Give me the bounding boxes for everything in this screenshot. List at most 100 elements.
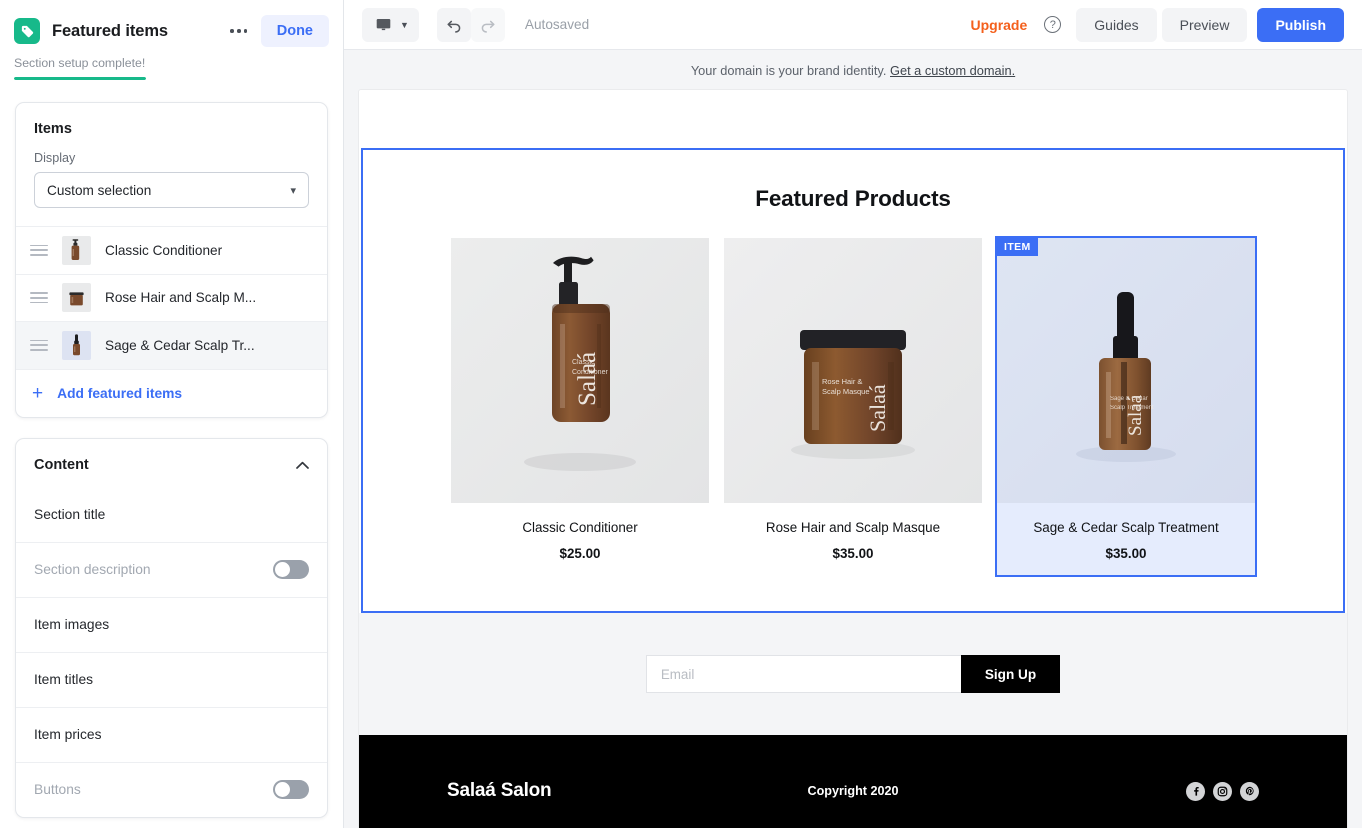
domain-banner-text: Your domain is your brand identity. xyxy=(691,63,887,78)
preview-top-spacer xyxy=(359,90,1347,148)
section-title-heading: Featured Products xyxy=(363,186,1343,212)
content-card: Content Section title Section descriptio… xyxy=(15,438,328,818)
site-preview-frame: Featured Products xyxy=(359,90,1347,828)
site-canvas[interactable]: Your domain is your brand identity. Get … xyxy=(344,50,1362,828)
product-grid: Classic Conditioner Salaá Classic Condit… xyxy=(363,238,1343,575)
page-title: Featured items xyxy=(52,22,168,41)
content-row-label: Item titles xyxy=(34,672,309,687)
product-image: Classic Conditioner Salaá xyxy=(451,238,709,503)
email-signup-section[interactable]: Sign Up xyxy=(359,613,1347,735)
product-image: Sage & Cedar Scalp Treatment Salaá xyxy=(997,238,1255,503)
editor-app: Featured items Done Section setup comple… xyxy=(0,0,1362,828)
drag-handle-icon[interactable] xyxy=(30,245,48,256)
content-card-header[interactable]: Content xyxy=(16,439,327,473)
content-row-section-title[interactable]: Section title xyxy=(16,487,327,542)
display-select-value: Custom selection xyxy=(47,183,151,198)
product-price: $35.00 xyxy=(997,546,1255,575)
plus-icon: + xyxy=(32,384,43,403)
product-image: Rose Hair & Scalp Masque Salaá xyxy=(724,238,982,503)
content-row-label: Buttons xyxy=(34,782,273,797)
facebook-icon[interactable] xyxy=(1186,782,1205,801)
more-options-button[interactable] xyxy=(225,17,253,45)
chevron-up-icon[interactable] xyxy=(296,458,309,471)
list-item-label: Classic Conditioner xyxy=(105,243,222,258)
left-settings-panel: Featured items Done Section setup comple… xyxy=(0,0,344,828)
autosave-status: Autosaved xyxy=(525,17,589,32)
section-description-toggle[interactable] xyxy=(273,560,309,579)
item-thumbnail xyxy=(62,283,91,312)
question-mark-circle-icon[interactable]: ? xyxy=(1044,16,1061,33)
desktop-monitor-icon[interactable] xyxy=(366,8,400,42)
content-row-item-images[interactable]: Item images xyxy=(16,597,327,652)
pinterest-icon[interactable] xyxy=(1240,782,1259,801)
chevron-down-icon: ▾ xyxy=(290,184,296,197)
items-card-title: Items xyxy=(16,103,327,137)
list-item-label: Sage & Cedar Scalp Tr... xyxy=(105,338,255,353)
content-row-item-prices[interactable]: Item prices xyxy=(16,707,327,762)
list-item[interactable]: Rose Hair and Scalp M... xyxy=(16,274,327,322)
device-selector[interactable]: ▼ xyxy=(362,8,419,42)
featured-products-section[interactable]: Featured Products xyxy=(361,148,1345,613)
drag-handle-icon[interactable] xyxy=(30,292,48,303)
publish-button[interactable]: Publish xyxy=(1257,8,1344,42)
ellipsis-icon xyxy=(230,29,247,33)
panel-header: Featured items Done xyxy=(0,0,343,48)
tag-icon xyxy=(14,18,40,44)
toolbar-right-actions: Upgrade ? Guides Preview Publish xyxy=(970,8,1344,42)
content-row-label: Item images xyxy=(34,617,309,632)
list-item-label: Rose Hair and Scalp M... xyxy=(105,290,256,305)
upgrade-link[interactable]: Upgrade xyxy=(970,17,1027,33)
toggle-knob xyxy=(275,562,290,577)
svg-text:Salaá: Salaá xyxy=(1125,394,1146,436)
product-card-selected[interactable]: ITEM xyxy=(997,238,1255,575)
domain-banner: Your domain is your brand identity. Get … xyxy=(344,50,1362,90)
product-price: $35.00 xyxy=(724,546,982,575)
display-select[interactable]: Custom selection ▾ xyxy=(34,172,309,208)
editor-right-side: ▼ Autosaved Upgrade xyxy=(344,0,1362,828)
redo-arrow-icon[interactable] xyxy=(471,8,505,42)
items-card: Items Display Custom selection ▾ xyxy=(15,102,328,418)
drag-handle-icon[interactable] xyxy=(30,340,48,351)
content-row-label: Section title xyxy=(34,507,309,522)
add-featured-items-button[interactable]: + Add featured items xyxy=(16,369,327,417)
svg-text:Rose Hair &: Rose Hair & xyxy=(822,377,862,386)
site-footer: Salaá Salon Copyright 2020 xyxy=(359,735,1347,828)
product-name: Classic Conditioner xyxy=(451,520,709,535)
content-row-label: Item prices xyxy=(34,727,309,742)
display-select-wrap: Custom selection ▾ xyxy=(16,165,327,226)
toggle-knob xyxy=(275,782,290,797)
content-rows: Section title Section description Item i… xyxy=(16,473,327,817)
content-row-buttons[interactable]: Buttons xyxy=(16,762,327,817)
svg-text:Salaá: Salaá xyxy=(865,384,890,432)
panel-scroll-region[interactable]: Items Display Custom selection ▾ xyxy=(0,80,343,828)
guides-button[interactable]: Guides xyxy=(1076,8,1156,42)
product-name: Rose Hair and Scalp Masque xyxy=(724,520,982,535)
setup-status-text: Section setup complete! xyxy=(0,48,343,70)
history-controls xyxy=(437,8,505,42)
product-name: Sage & Cedar Scalp Treatment xyxy=(997,520,1255,535)
svg-text:Scalp Masque: Scalp Masque xyxy=(822,387,870,396)
product-price: $25.00 xyxy=(451,546,709,575)
footer-social-links xyxy=(1186,782,1259,801)
top-toolbar: ▼ Autosaved Upgrade xyxy=(344,0,1362,50)
content-row-item-titles[interactable]: Item titles xyxy=(16,652,327,707)
email-input[interactable] xyxy=(646,655,961,693)
product-card[interactable]: Classic Conditioner Salaá Classic Condit… xyxy=(451,238,709,575)
status-badge: ITEM xyxy=(997,238,1038,256)
list-item-selected[interactable]: Sage & Cedar Scalp Tr... xyxy=(16,321,327,369)
preview-button[interactable]: Preview xyxy=(1162,8,1248,42)
list-item[interactable]: Classic Conditioner xyxy=(16,226,327,274)
sign-up-button[interactable]: Sign Up xyxy=(961,655,1060,693)
content-row-section-description[interactable]: Section description xyxy=(16,542,327,597)
product-card[interactable]: Rose Hair & Scalp Masque Salaá Rose Hair… xyxy=(724,238,982,575)
instagram-icon[interactable] xyxy=(1213,782,1232,801)
content-card-title: Content xyxy=(34,457,296,473)
content-row-label: Section description xyxy=(34,562,273,577)
undo-arrow-icon[interactable] xyxy=(437,8,471,42)
item-thumbnail xyxy=(62,236,91,265)
svg-text:Salaá: Salaá xyxy=(574,352,601,406)
done-button[interactable]: Done xyxy=(261,15,329,47)
buttons-toggle[interactable] xyxy=(273,780,309,799)
caret-down-icon[interactable]: ▼ xyxy=(400,20,409,30)
custom-domain-link[interactable]: Get a custom domain. xyxy=(890,63,1015,78)
